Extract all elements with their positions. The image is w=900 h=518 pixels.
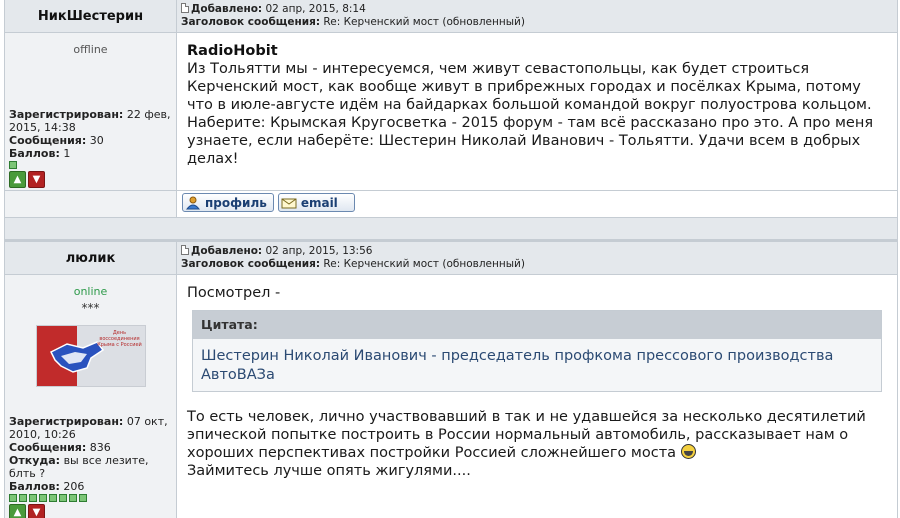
post-text: То есть человек, лично участвовавший в т… (187, 409, 866, 461)
points-label: Баллов: (9, 480, 60, 493)
post-header: Добавлено: 02 апр, 2015, 8:14 Заголовок … (177, 0, 897, 33)
messages-label: Сообщения: (9, 441, 87, 454)
post-text-end: Займитесь лучше опять жигулями.... (187, 463, 471, 479)
post-separator (5, 217, 897, 242)
reputation-pip (69, 494, 77, 502)
post-author[interactable]: НикШестерин (5, 0, 177, 33)
post-intro: Посмотрел - (187, 285, 281, 301)
reputation-pip (9, 494, 17, 502)
user-icon (185, 196, 201, 209)
added-value: 02 апр, 2015, 8:14 (265, 3, 366, 15)
author-profile: offline Зарегистрирован: 22 фев, 2015, 1… (5, 33, 177, 190)
post-author[interactable]: люлик (5, 242, 177, 275)
points-label: Баллов: (9, 147, 60, 160)
post-header: Добавлено: 02 апр, 2015, 13:56 Заголовок… (177, 242, 897, 275)
reputation-pip (9, 161, 17, 169)
post-body: Посмотрел - Цитата: Шестерин Николай Ива… (177, 275, 897, 518)
quote-block: Цитата: Шестерин Николай Иванович - пред… (192, 310, 882, 392)
messages-label: Сообщения: (9, 134, 87, 147)
grin-smiley-icon (680, 444, 696, 459)
rating-buttons: ▲ ▼ (9, 504, 172, 518)
thumbs-up-icon[interactable]: ▲ (9, 504, 26, 518)
added-value: 02 апр, 2015, 13:56 (265, 245, 373, 257)
post-footer: профиль email (5, 190, 897, 217)
author-info: Зарегистрирован: 22 фев, 2015, 14:38 Соо… (9, 108, 172, 188)
reputation-bar (9, 494, 172, 502)
post-link-icon[interactable] (181, 3, 189, 13)
reputation-pip (59, 494, 67, 502)
post: НикШестерин Добавлено: 02 апр, 2015, 8:1… (5, 0, 897, 190)
author-info: Зарегистрирован: 07 окт, 2010, 10:26 Соо… (9, 415, 172, 518)
avatar-caption: День воссоединения Крыма с Россией (97, 330, 142, 348)
post: люлик Добавлено: 02 апр, 2015, 13:56 Заг… (5, 242, 897, 518)
from-label: Откуда: (9, 454, 61, 467)
email-button[interactable]: email (277, 193, 355, 212)
online-status: online (73, 285, 108, 298)
forum-thread: НикШестерин Добавлено: 02 апр, 2015, 8:1… (4, 0, 898, 518)
reputation-pip (49, 494, 57, 502)
envelope-icon (281, 198, 297, 208)
registered-label: Зарегистрирован: (9, 415, 124, 428)
avatar[interactable]: День воссоединения Крыма с Россией (35, 325, 146, 387)
post-sender: RadioHobit (187, 43, 278, 59)
rating-buttons: ▲ ▼ (9, 171, 172, 188)
added-label: Добавлено: (191, 3, 263, 15)
post-text: Из Тольятти мы - интересуемся, чем живут… (187, 61, 874, 167)
subject-value: Re: Керченский мост (обновленный) (323, 258, 525, 270)
reputation-pip (19, 494, 27, 502)
profile-button-label: профиль (205, 195, 267, 210)
post-actions: профиль email (177, 190, 897, 217)
post-body: RadioHobit Из Тольятти мы - интересуемся… (177, 33, 897, 190)
profile-button[interactable]: профиль (182, 193, 274, 212)
subject-label: Заголовок сообщения: (181, 258, 321, 270)
thumbs-down-icon[interactable]: ▼ (28, 171, 45, 188)
quote-text: Шестерин Николай Иванович - председатель… (201, 348, 834, 383)
author-name[interactable]: люлик (66, 251, 116, 266)
author-profile: online *** День воссоединения Крыма с Ро… (5, 275, 177, 518)
subject-value: Re: Керченский мост (обновленный) (323, 16, 525, 28)
reputation-pip (79, 494, 87, 502)
thumbs-down-icon[interactable]: ▼ (28, 504, 45, 518)
added-label: Добавлено: (191, 245, 263, 257)
points-value: 206 (63, 480, 85, 493)
quote-label: Цитата: (193, 311, 881, 339)
author-name[interactable]: НикШестерин (38, 9, 143, 24)
footer-spacer (5, 190, 177, 217)
reputation-bar (9, 161, 172, 169)
post-link-icon[interactable] (181, 245, 189, 255)
reputation-pip (29, 494, 37, 502)
rank-stars: *** (81, 301, 100, 315)
registered-label: Зарегистрирован: (9, 108, 124, 121)
reputation-pip (39, 494, 47, 502)
messages-value: 836 (89, 441, 111, 454)
points-value: 1 (63, 147, 71, 160)
online-status: offline (73, 43, 108, 56)
thumbs-up-icon[interactable]: ▲ (9, 171, 26, 188)
subject-label: Заголовок сообщения: (181, 16, 321, 28)
messages-value: 30 (89, 134, 104, 147)
email-button-label: email (300, 195, 338, 210)
